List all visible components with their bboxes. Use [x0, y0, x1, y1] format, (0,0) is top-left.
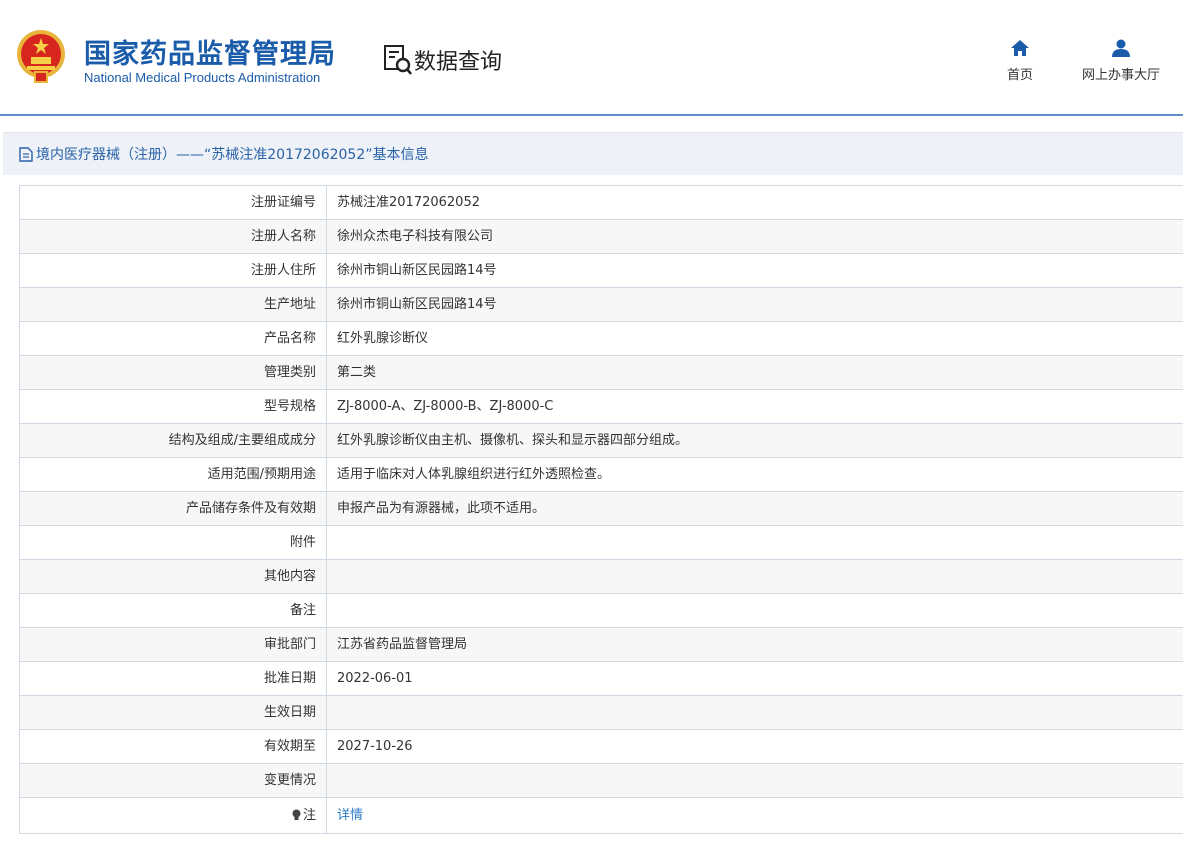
document-search-icon [384, 45, 413, 75]
lightbulb-icon [292, 809, 301, 820]
home-icon [1011, 40, 1029, 56]
field-label: 其他内容 [20, 560, 327, 593]
table-row-note: 注 详情 [20, 798, 1183, 834]
note-label: 注 [302, 808, 316, 823]
field-label: 产品名称 [20, 322, 327, 355]
panel-title: 境内医疗器械（注册）——“苏械注准20172062052”基本信息 [3, 133, 1183, 175]
field-label: 生产地址 [20, 288, 327, 321]
field-label: 批准日期 [20, 662, 327, 695]
org-name-en: National Medical Products Administration [84, 70, 321, 85]
table-row: 管理类别 第二类 [20, 356, 1183, 390]
field-label: 型号规格 [20, 390, 327, 423]
field-label: 备注 [20, 594, 327, 627]
table-row: 注册人住所 徐州市铜山新区民园路14号 [20, 254, 1183, 288]
field-label: 附件 [20, 526, 327, 559]
header-divider [0, 114, 1183, 116]
table-row: 备注 [20, 594, 1183, 628]
table-row: 生效日期 [20, 696, 1183, 730]
field-label: 注册人名称 [20, 220, 327, 253]
field-value: 徐州众杰电子科技有限公司 [337, 229, 494, 244]
table-row: 产品名称 红外乳腺诊断仪 [20, 322, 1183, 356]
section-title: 数据查询 [414, 50, 503, 75]
field-value: 申报产品为有源器械，此项不适用。 [337, 501, 546, 516]
detail-panel: 境内医疗器械（注册）——“苏械注准20172062052”基本信息 注册证编号 … [3, 132, 1183, 850]
field-label: 产品储存条件及有效期 [20, 492, 327, 525]
table-row: 变更情况 [20, 764, 1183, 798]
table-row: 审批部门 江苏省药品监督管理局 [20, 628, 1183, 662]
nav-online-hall-label: 网上办事大厅 [1081, 68, 1160, 83]
details-link[interactable]: 详情 [337, 808, 363, 823]
field-value: 详情 [327, 798, 1183, 833]
field-label: 审批部门 [20, 628, 327, 661]
field-label: 管理类别 [20, 356, 327, 389]
info-table: 注册证编号 苏械注准20172062052 注册人名称 徐州众杰电子科技有限公司… [19, 185, 1183, 834]
field-label: 注册人住所 [20, 254, 327, 287]
field-value: 第二类 [337, 365, 377, 380]
field-value: 适用于临床对人体乳腺组织进行红外透照检查。 [337, 467, 611, 482]
field-label: 结构及组成/主要组成成分 [20, 424, 327, 457]
table-row: 附件 [20, 526, 1183, 560]
field-value [327, 560, 1183, 593]
site-header: 国家药品监督管理局 National Medical Products Admi… [0, 0, 1183, 114]
field-label: 注 [20, 798, 327, 833]
document-icon [19, 146, 33, 162]
table-row: 生产地址 徐州市铜山新区民园路14号 [20, 288, 1183, 322]
field-label: 有效期至 [20, 730, 327, 763]
national-emblem-icon [17, 30, 65, 83]
field-label: 注册证编号 [20, 186, 327, 219]
nav-online-hall[interactable]: 网上办事大厅 [1072, 38, 1170, 83]
nav-home-label: 首页 [1006, 68, 1033, 83]
field-value: 徐州市铜山新区民园路14号 [337, 263, 497, 278]
table-row: 有效期至 2027-10-26 [20, 730, 1183, 764]
table-row: 其他内容 [20, 560, 1183, 594]
field-label: 变更情况 [20, 764, 327, 797]
field-value: 2027-10-26 [337, 739, 413, 754]
table-row: 结构及组成/主要组成成分 红外乳腺诊断仪由主机、摄像机、探头和显示器四部分组成。 [20, 424, 1183, 458]
org-name-cn: 国家药品监督管理局 [84, 39, 336, 70]
table-row: 型号规格 ZJ-8000-A、ZJ-8000-B、ZJ-8000-C [20, 390, 1183, 424]
field-value: 2022-06-01 [337, 671, 413, 686]
field-value: 徐州市铜山新区民园路14号 [337, 297, 497, 312]
field-value: 苏械注准20172062052 [337, 195, 480, 210]
field-value: 江苏省药品监督管理局 [337, 637, 468, 652]
field-value: ZJ-8000-A、ZJ-8000-B、ZJ-8000-C [337, 399, 554, 414]
nav-home[interactable]: 首页 [1000, 38, 1040, 83]
field-value [327, 594, 1183, 627]
table-row: 适用范围/预期用途 适用于临床对人体乳腺组织进行红外透照检查。 [20, 458, 1183, 492]
user-icon [1112, 39, 1130, 57]
field-value: 红外乳腺诊断仪 [337, 331, 429, 346]
field-value [327, 764, 1183, 797]
panel-title-text: 境内医疗器械（注册）——“苏械注准20172062052”基本信息 [36, 147, 429, 163]
field-value: 红外乳腺诊断仪由主机、摄像机、探头和显示器四部分组成。 [337, 433, 689, 448]
field-value [327, 526, 1183, 559]
field-value [327, 696, 1183, 729]
field-label: 生效日期 [20, 696, 327, 729]
table-row: 注册证编号 苏械注准20172062052 [20, 186, 1183, 220]
table-row: 批准日期 2022-06-01 [20, 662, 1183, 696]
table-row: 产品储存条件及有效期 申报产品为有源器械，此项不适用。 [20, 492, 1183, 526]
field-label: 适用范围/预期用途 [20, 458, 327, 491]
table-row: 注册人名称 徐州众杰电子科技有限公司 [20, 220, 1183, 254]
